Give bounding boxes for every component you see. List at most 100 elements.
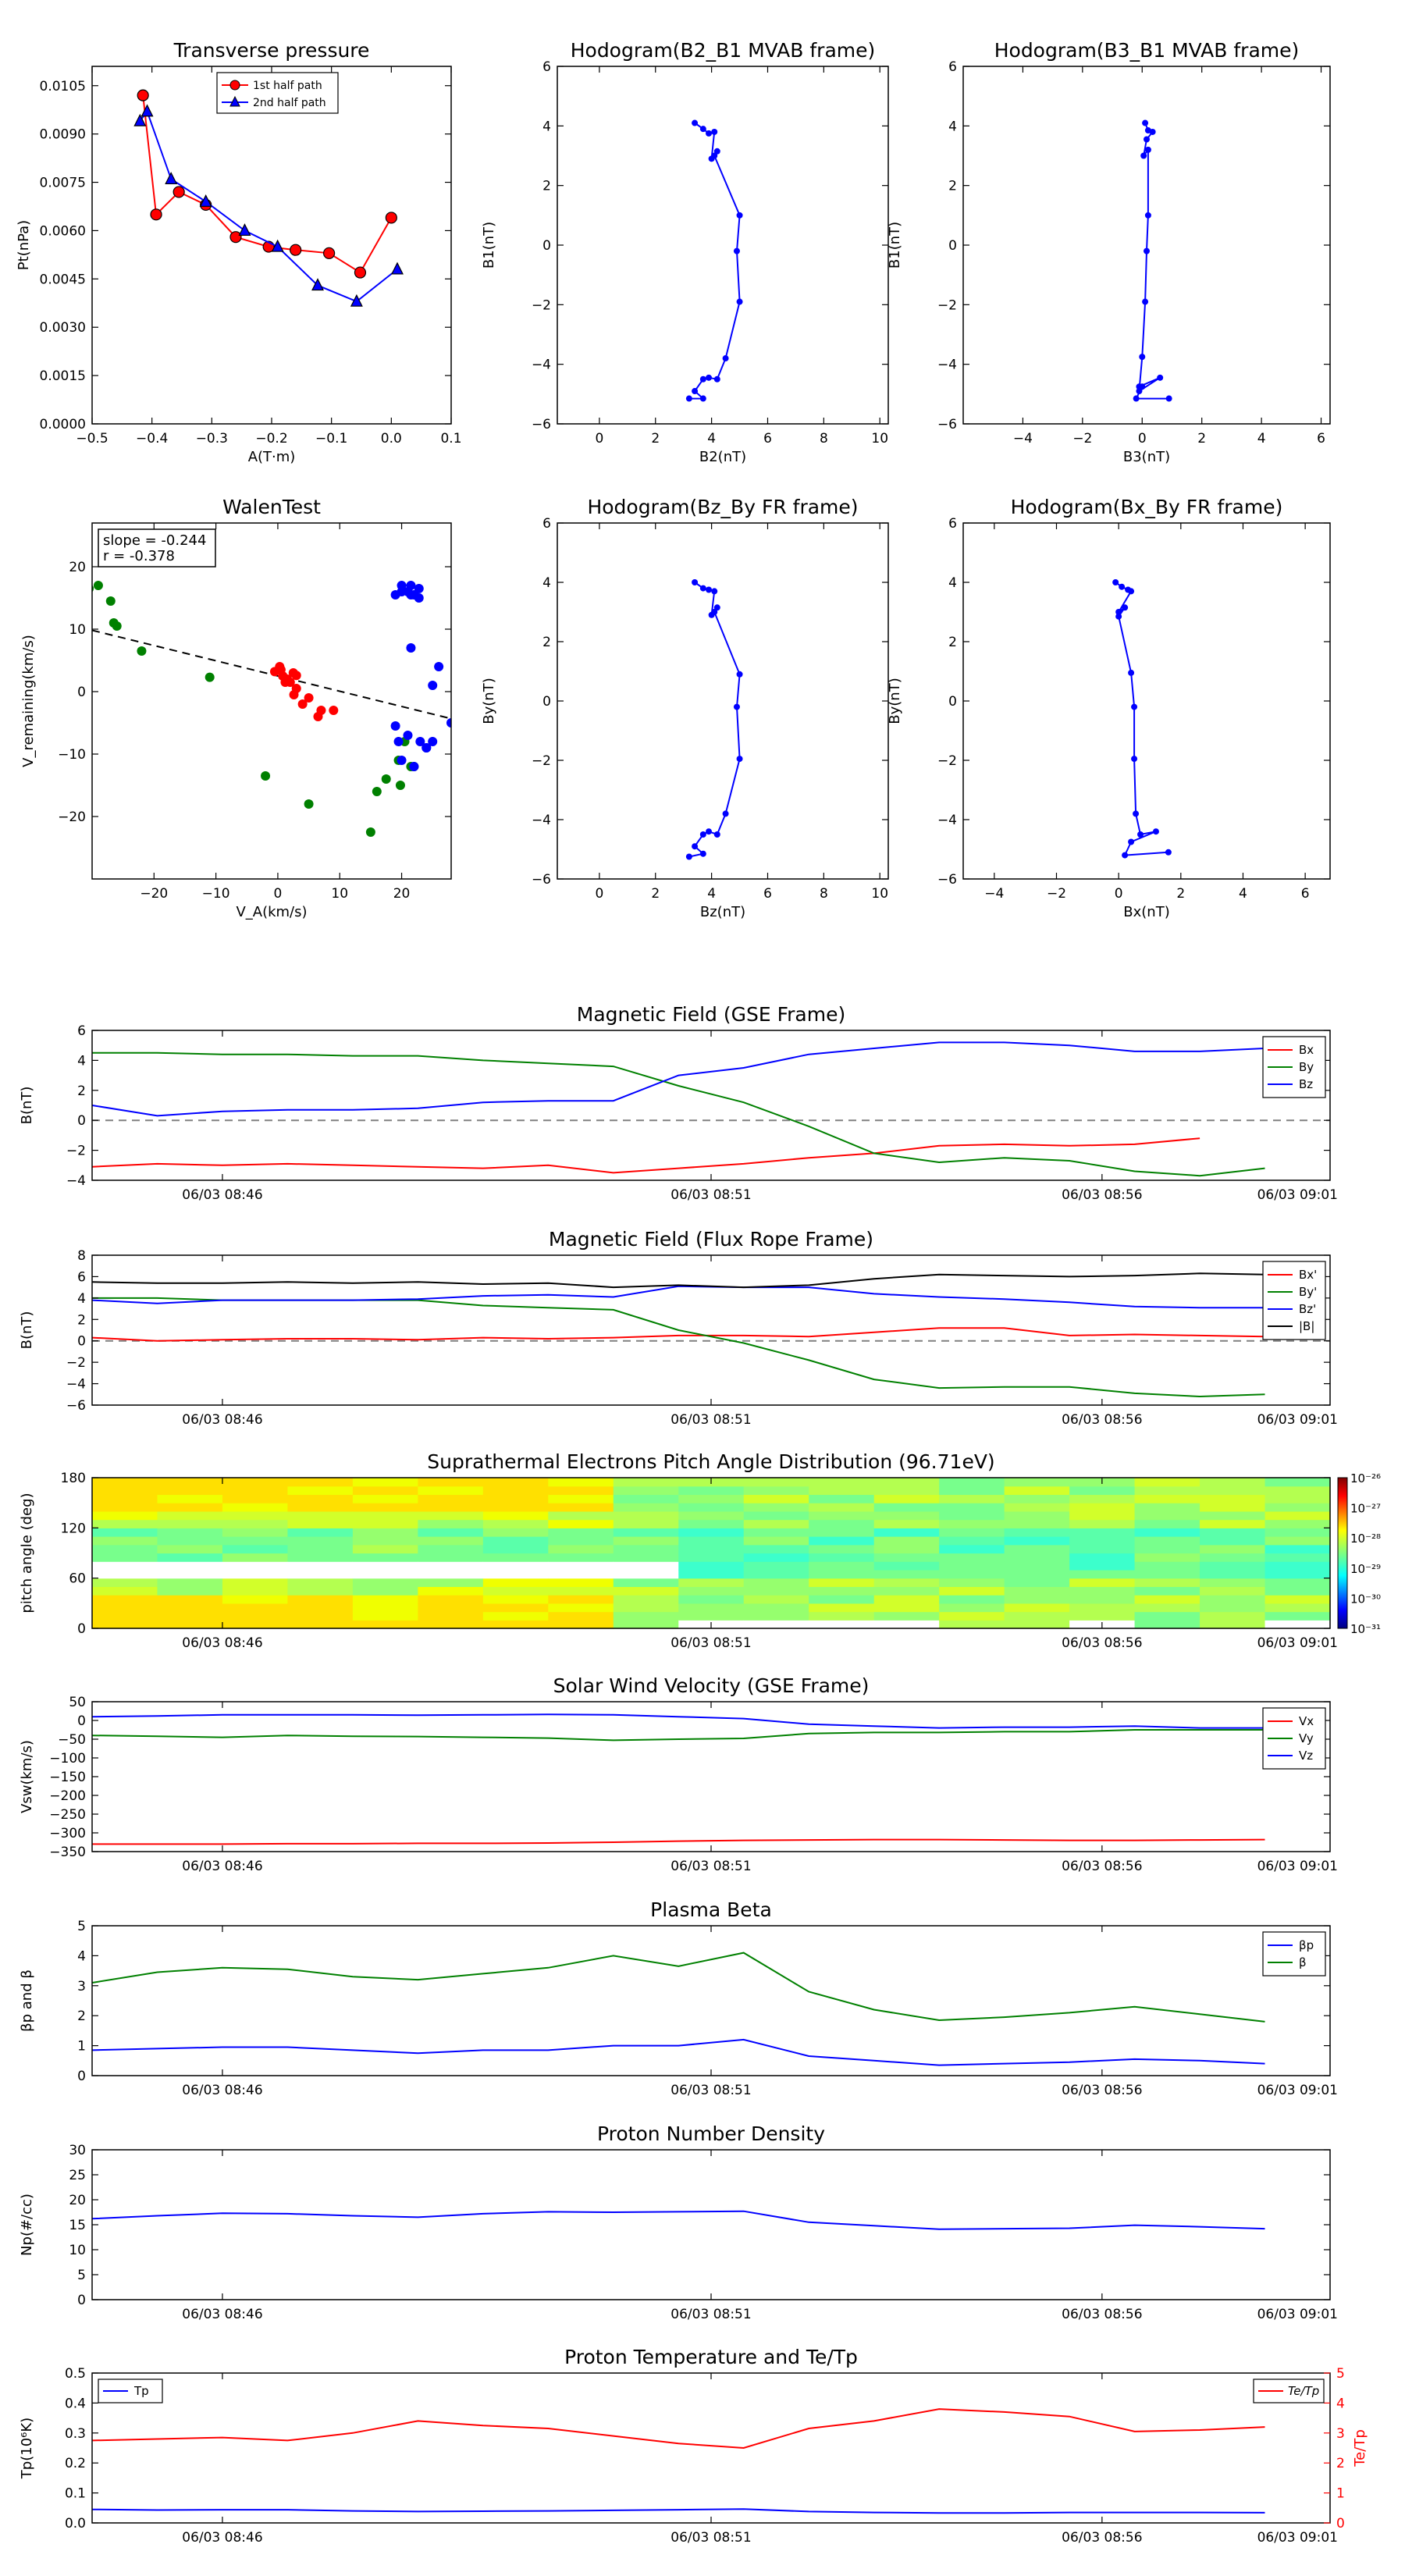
data-point: [722, 355, 729, 362]
x-tick-label: −0.1: [315, 431, 347, 447]
heatmap-cell: [157, 1478, 223, 1487]
walen-plot-area: [92, 581, 451, 837]
x-tick-label: −4: [984, 886, 1004, 902]
heatmap-cell: [678, 1503, 745, 1512]
data-point: [1128, 838, 1135, 845]
y-tick-label: 3: [77, 1979, 86, 1994]
heatmap-cell: [1134, 1611, 1200, 1621]
plot-frame: [962, 522, 1331, 880]
data-point: [1144, 136, 1150, 143]
data-point: [393, 737, 404, 746]
heatmap-cell: [809, 1569, 875, 1579]
y-tick-label: 4: [77, 1053, 86, 1069]
data-point: [372, 787, 382, 796]
heatmap-cell: [548, 1503, 614, 1512]
y-tick-label: 0.0060: [40, 223, 86, 239]
heatmap-cell: [809, 1494, 875, 1503]
heatmap-cell: [92, 1494, 158, 1503]
data-point: [428, 681, 438, 690]
y-tick-label: 0.0075: [40, 176, 86, 191]
heatmap-cell: [678, 1485, 745, 1496]
y-tick-label: −100: [49, 1751, 86, 1767]
y-tick-label: 0: [948, 694, 957, 710]
heatmap-cell: [873, 1611, 940, 1621]
x-tick-label: 06/03 09:01: [1257, 2307, 1338, 2322]
heatmap-cell: [482, 1611, 549, 1621]
heatmap-cell: [1004, 1620, 1070, 1629]
y-tick-label: 2: [77, 2008, 86, 2024]
x-tick-label: 06/03 08:56: [1062, 1412, 1142, 1428]
heatmap-cell: [1264, 1586, 1331, 1596]
heatmap-cell: [743, 1611, 809, 1621]
heatmap-cell: [222, 1595, 289, 1604]
heatmap-cell: [678, 1611, 745, 1621]
heatmap-cell: [157, 1586, 223, 1596]
heatmap-cell: [222, 1603, 289, 1613]
data-point: [711, 128, 718, 135]
chart-ts_np: Proton Number Density 0 5 10 15 20 25 30 06/03 0…: [19, 2122, 1338, 2322]
y-tick-label: −350: [49, 1845, 86, 1860]
heatmap-cell: [352, 1503, 418, 1512]
heatmap-cell: [873, 1578, 940, 1587]
y-tick-label: 0: [542, 238, 551, 254]
heatmap-cell: [1264, 1519, 1331, 1528]
heatmap-cell: [1134, 1494, 1200, 1503]
heatmap-cell: [939, 1553, 1005, 1562]
y-tick-label: 0.0030: [40, 320, 86, 336]
heatmap-cell: [482, 1553, 549, 1562]
y-tick-label: 0.0000: [40, 417, 86, 432]
heatmap-cell: [1004, 1536, 1070, 1546]
y2-tick-label: 1: [1336, 2486, 1345, 2502]
heatmap-cell: [1264, 1620, 1331, 1629]
x-tick-label: 6: [763, 431, 772, 447]
legend-label: Tp: [133, 2384, 149, 2398]
heatmap-cell: [1200, 1603, 1266, 1613]
y2-tick-label: 3: [1336, 2426, 1345, 2442]
heatmap-cell: [1264, 1578, 1331, 1587]
x-tick-label: 06/03 08:46: [182, 1187, 262, 1203]
heatmap-cell: [809, 1611, 875, 1621]
heatmap-cell: [222, 1519, 289, 1528]
x-tick-label: 6: [1317, 431, 1325, 447]
series-line: [91, 1729, 1265, 1742]
heatmap-cell: [482, 1510, 549, 1521]
x-tick-label: 06/03 09:01: [1257, 2530, 1338, 2546]
heatmap-cell: [287, 1595, 354, 1604]
heatmap-cell: [613, 1561, 679, 1571]
heatmap-cell: [222, 1586, 289, 1596]
y-tick-label: 0.0015: [40, 368, 86, 384]
data-point: [93, 581, 103, 590]
x-tick-label: 8: [820, 886, 828, 902]
plot-frame: [91, 1254, 1331, 1406]
heatmap-cell: [157, 1561, 223, 1571]
legend: βp β: [1262, 1931, 1326, 1976]
heatmap-cell: [809, 1536, 875, 1546]
y-tick-label: 5: [77, 1919, 86, 1934]
chart-title: Magnetic Field (Flux Rope Frame): [549, 1228, 873, 1251]
y-tick-label: 4: [948, 575, 957, 591]
y-tick-label: 2: [77, 1312, 86, 1328]
y-tick-label: 6: [77, 1023, 86, 1039]
heatmap-cell: [418, 1578, 484, 1587]
heatmap-cell: [613, 1503, 679, 1512]
x-axis-label: Bx(nT): [1123, 904, 1169, 920]
heatmap-cell: [1069, 1485, 1136, 1496]
heatmap-cell: [352, 1620, 418, 1629]
heatmap-cell: [1200, 1494, 1266, 1503]
data-point: [699, 375, 706, 382]
heatmap-cell: [873, 1494, 940, 1503]
heatmap-cell: [352, 1578, 418, 1587]
heatmap-cell: [613, 1586, 679, 1596]
heatmap-cell: [743, 1620, 809, 1629]
heatmap-cell: [613, 1611, 679, 1621]
heatmap-cell: [287, 1503, 354, 1512]
data-point: [1139, 383, 1146, 390]
heatmap-cell: [613, 1494, 679, 1503]
y-tick-label: 6: [542, 59, 551, 75]
heatmap-cell: [1004, 1569, 1070, 1579]
heatmap-cell: [482, 1528, 549, 1537]
heatmap-cell: [352, 1519, 418, 1528]
heatmap-cell: [613, 1544, 679, 1554]
legend-label: Bx': [1299, 1268, 1317, 1282]
heatmap-cell: [418, 1553, 484, 1562]
